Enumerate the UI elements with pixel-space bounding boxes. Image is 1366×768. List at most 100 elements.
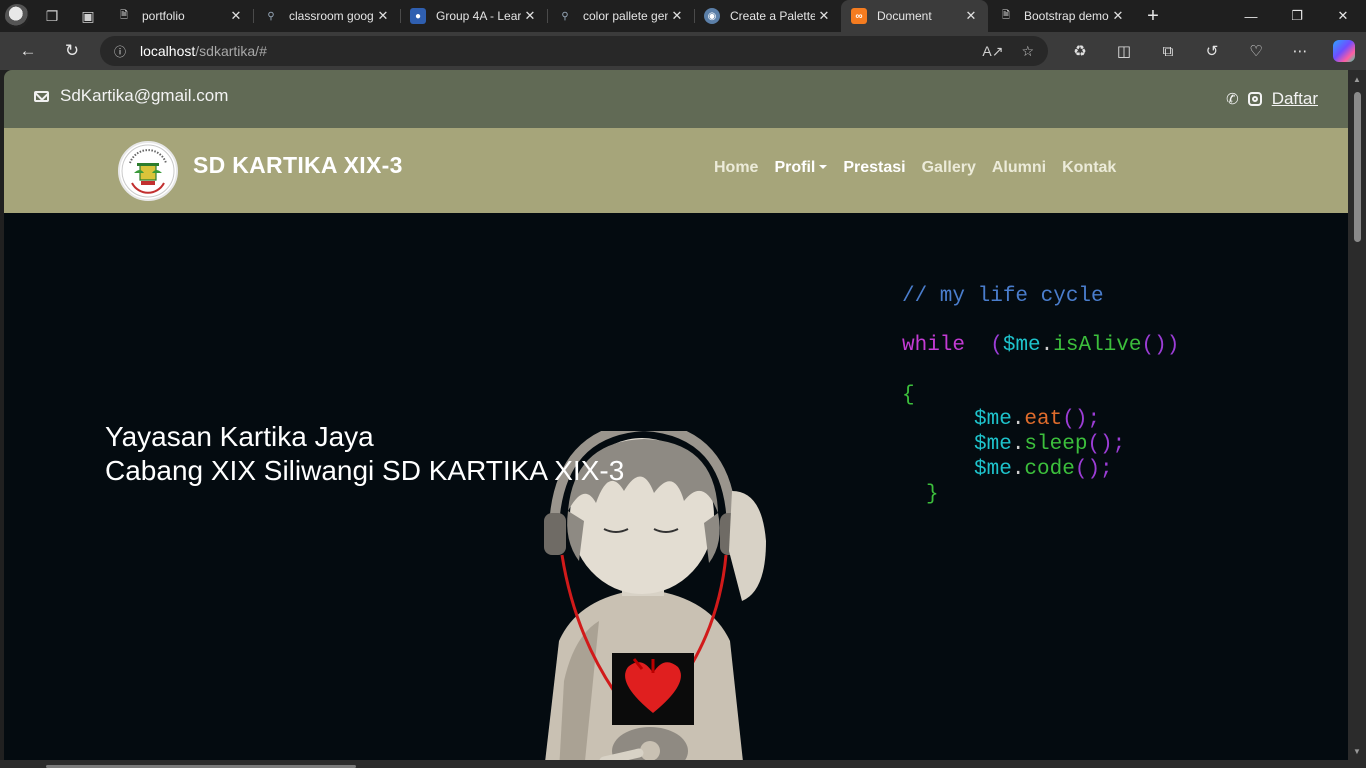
tab-title: color pallete generator bbox=[583, 9, 668, 23]
scroll-thumb[interactable] bbox=[1354, 92, 1361, 242]
tab-title: Create a Palette bbox=[730, 9, 815, 23]
main-navbar: SD KARTIKA XIX-3 Home Profil Prestasi Ga… bbox=[4, 128, 1348, 213]
tab-document[interactable]: ∞ Document ✕ bbox=[841, 0, 988, 32]
tab-title: classroom google bbox=[289, 9, 374, 23]
close-icon[interactable]: ✕ bbox=[521, 8, 539, 24]
code-stmt: $me.sleep(); bbox=[974, 433, 1125, 456]
classroom-icon: ● bbox=[410, 8, 426, 24]
code-args: ()) bbox=[1141, 334, 1180, 357]
page-icon: 🗎 bbox=[119, 9, 129, 21]
code-dot: . bbox=[1011, 408, 1025, 431]
tab-actions-icon[interactable]: ▣ bbox=[70, 0, 106, 32]
browser-toolbar: ← ↻ ⓘ localhost/sdkartika/# A↗ ☆ ♻ ◫ ⧉ ↺… bbox=[0, 32, 1366, 70]
address-bar[interactable]: ⓘ localhost/sdkartika/# A↗ ☆ bbox=[100, 36, 1048, 66]
hero-title: Yayasan Kartika Jaya Cabang XIX Siliwang… bbox=[105, 420, 624, 488]
more-options-icon[interactable]: ⋯ bbox=[1278, 42, 1322, 60]
close-icon[interactable]: ✕ bbox=[1109, 8, 1127, 24]
tab-portfolio[interactable]: 🗎 portfolio ✕ bbox=[106, 0, 253, 32]
tab-title: Group 4A - Learn bbox=[436, 9, 521, 23]
code-var: $me bbox=[974, 408, 1012, 431]
code-args: (); bbox=[1074, 458, 1113, 481]
close-icon[interactable]: ✕ bbox=[668, 8, 686, 24]
code-args: (); bbox=[1087, 433, 1126, 456]
close-icon[interactable]: ✕ bbox=[962, 8, 980, 24]
instagram-icon[interactable] bbox=[1247, 92, 1262, 106]
url-path: /sdkartika/# bbox=[195, 43, 267, 59]
code-method: isAlive bbox=[1053, 334, 1142, 357]
hero-section: Yayasan Kartika Jaya Cabang XIX Siliwang… bbox=[4, 213, 1348, 760]
code-keyword: while bbox=[902, 334, 966, 357]
site-info-icon[interactable]: ⓘ bbox=[100, 43, 140, 60]
code-stmt: $me.code(); bbox=[974, 458, 1113, 481]
avatar bbox=[5, 4, 29, 28]
envelope-icon bbox=[34, 90, 49, 102]
site-brand[interactable]: SD KARTIKA XIX-3 bbox=[193, 152, 403, 179]
page-icon: 🗎 bbox=[1001, 9, 1011, 21]
code-stmt: $me.eat(); bbox=[974, 408, 1100, 431]
browser-tab-strip: ❐ ▣ 🗎 portfolio ✕ ⚲ classroom google ✕ ●… bbox=[0, 0, 1366, 32]
nav-gallery[interactable]: Gallery bbox=[922, 159, 976, 177]
code-brace-close: } bbox=[926, 483, 939, 506]
tab-classroom-google[interactable]: ⚲ classroom google ✕ bbox=[253, 0, 400, 32]
close-icon[interactable]: ✕ bbox=[815, 8, 833, 24]
code-brace-open: { bbox=[902, 384, 915, 407]
topbar-actions: ✆ Daftar bbox=[1226, 89, 1318, 109]
globe-icon: ◉ bbox=[704, 8, 720, 24]
close-icon[interactable]: ✕ bbox=[374, 8, 392, 24]
code-var: $me bbox=[974, 433, 1012, 456]
history-icon[interactable]: ↺ bbox=[1190, 42, 1234, 60]
performance-icon[interactable]: ♡ bbox=[1234, 42, 1278, 60]
restore-icon[interactable]: ❐ bbox=[1274, 0, 1320, 32]
close-window-icon[interactable]: ✕ bbox=[1320, 0, 1366, 32]
code-while-line: while ($me.isAlive()) bbox=[902, 334, 1179, 357]
close-icon[interactable]: ✕ bbox=[227, 8, 245, 24]
split-screen-icon[interactable]: ◫ bbox=[1102, 42, 1146, 60]
tab-title: Bootstrap demo bbox=[1024, 9, 1109, 23]
favorite-star-icon[interactable]: ☆ bbox=[1021, 43, 1034, 60]
school-logo[interactable] bbox=[118, 141, 178, 201]
minimize-icon[interactable]: — bbox=[1228, 0, 1274, 32]
tab-title: Document bbox=[877, 9, 932, 23]
nav-home[interactable]: Home bbox=[714, 159, 758, 177]
tab-title: portfolio bbox=[142, 9, 185, 23]
workspaces-icon[interactable]: ❐ bbox=[34, 0, 70, 32]
taskbar-strip bbox=[0, 760, 1366, 768]
nav-kontak[interactable]: Kontak bbox=[1062, 159, 1116, 177]
phone-icon[interactable]: ✆ bbox=[1226, 90, 1239, 108]
search-icon: ⚲ bbox=[561, 10, 569, 22]
code-dot: . bbox=[1011, 458, 1025, 481]
read-aloud-icon[interactable]: A↗ bbox=[982, 43, 1003, 60]
tab-bootstrap-demo[interactable]: 🗎 Bootstrap demo ✕ bbox=[988, 0, 1135, 32]
nav-prestasi[interactable]: Prestasi bbox=[843, 159, 905, 177]
collections-icon[interactable]: ⧉ bbox=[1146, 43, 1190, 60]
daftar-link[interactable]: Daftar bbox=[1272, 89, 1318, 109]
search-icon: ⚲ bbox=[267, 10, 275, 22]
email-text: SdKartika@gmail.com bbox=[60, 86, 229, 105]
copilot-icon[interactable] bbox=[1333, 40, 1355, 62]
refresh-icon[interactable]: ↻ bbox=[52, 32, 92, 70]
new-tab-button[interactable]: + bbox=[1135, 0, 1171, 32]
code-var: $me bbox=[1002, 334, 1041, 357]
code-paren: ( bbox=[990, 334, 1003, 357]
page-viewport: SdKartika@gmail.com ✆ Daftar SD KARTIKA … bbox=[4, 70, 1348, 760]
nav-profil-label: Profil bbox=[774, 159, 816, 176]
tab-create-palette[interactable]: ◉ Create a Palette ✕ bbox=[694, 0, 841, 32]
hero-title-line1: Yayasan Kartika Jaya bbox=[105, 421, 374, 452]
scroll-down-icon[interactable]: ▼ bbox=[1352, 748, 1362, 756]
vertical-scrollbar[interactable]: ▲ ▼ bbox=[1348, 70, 1366, 760]
profile-button[interactable] bbox=[0, 0, 34, 32]
scroll-up-icon[interactable]: ▲ bbox=[1352, 76, 1362, 84]
contact-topbar: SdKartika@gmail.com ✆ Daftar bbox=[4, 70, 1348, 128]
nav-alumni[interactable]: Alumni bbox=[992, 159, 1046, 177]
tab-group-4a[interactable]: ● Group 4A - Learn ✕ bbox=[400, 0, 547, 32]
window-controls: — ❐ ✕ bbox=[1228, 0, 1366, 32]
caret-down-icon bbox=[819, 165, 828, 169]
url-text: localhost/sdkartika/# bbox=[140, 43, 267, 59]
nav-profil-dropdown[interactable]: Profil bbox=[774, 159, 828, 177]
code-var: $me bbox=[974, 458, 1012, 481]
tab-color-pallete[interactable]: ⚲ color pallete generator ✕ bbox=[547, 0, 694, 32]
code-dot: . bbox=[1040, 334, 1054, 357]
back-icon[interactable]: ← bbox=[8, 32, 48, 70]
code-comment: // my life cycle bbox=[902, 285, 1104, 308]
extensions-icon[interactable]: ♻ bbox=[1058, 42, 1102, 60]
